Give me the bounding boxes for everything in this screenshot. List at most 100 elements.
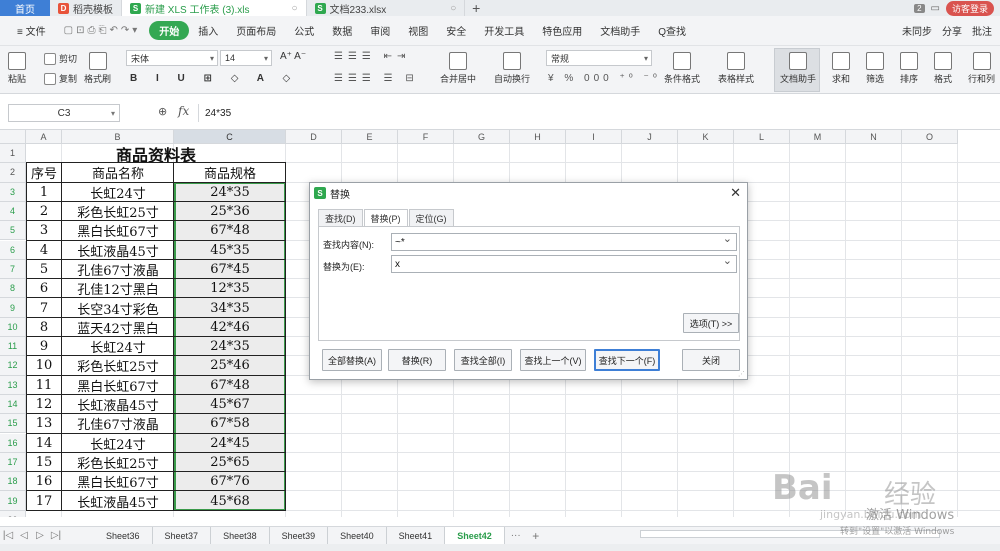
fx-icon[interactable]: fx bbox=[178, 104, 189, 118]
close-button[interactable]: 关闭 bbox=[682, 349, 740, 371]
format-painter-button[interactable]: 格式刷 bbox=[84, 52, 111, 85]
tab-security[interactable]: 安全 bbox=[437, 23, 475, 38]
search-menu[interactable]: Q查找 bbox=[649, 23, 695, 38]
row-header[interactable]: 14 bbox=[0, 394, 26, 415]
first-sheet-icon[interactable]: |◁ bbox=[0, 530, 16, 541]
font-size-select[interactable]: 14 bbox=[220, 50, 272, 66]
tab-daoke-templates[interactable]: D 稻壳模板 bbox=[50, 0, 122, 16]
align-left-icons[interactable]: ☰☰☰ ☰ ⊟ bbox=[334, 73, 419, 84]
close-icon[interactable]: ✕ bbox=[730, 185, 741, 201]
more-sheets-icon[interactable]: ··· bbox=[505, 530, 527, 541]
replace-all-button[interactable]: 全部替换(A) bbox=[322, 349, 382, 371]
paste-button[interactable]: 粘贴 bbox=[8, 52, 26, 85]
column-header[interactable]: D bbox=[286, 130, 342, 144]
file-menu[interactable]: ≡ 文件 bbox=[8, 23, 55, 38]
column-header[interactable]: O bbox=[902, 130, 958, 144]
zoom-icon[interactable]: ⊕ bbox=[158, 105, 167, 118]
login-button[interactable]: 访客登录 bbox=[945, 0, 994, 16]
wrap-text-button[interactable]: 自动换行 bbox=[494, 52, 530, 85]
number-format-select[interactable]: 常规 bbox=[546, 50, 652, 66]
tab-developer[interactable]: 开发工具 bbox=[475, 23, 533, 38]
options-button[interactable]: 选项(T) >> bbox=[683, 313, 739, 333]
select-all-corner[interactable] bbox=[0, 130, 26, 144]
format-button[interactable]: 格式 bbox=[934, 52, 952, 85]
row-header[interactable]: 13 bbox=[0, 375, 26, 395]
find-next-button[interactable]: 查找下一个(F) bbox=[594, 349, 660, 371]
find-all-button[interactable]: 查找全部(I) bbox=[454, 349, 512, 371]
row-header[interactable]: 20 bbox=[0, 510, 26, 517]
tab-find[interactable]: 查找(D) bbox=[318, 209, 363, 226]
row-col-button[interactable]: 行和列 bbox=[968, 52, 995, 85]
share-button[interactable]: 分享 bbox=[942, 23, 962, 38]
column-header[interactable]: G bbox=[454, 130, 510, 144]
row-header[interactable]: 11 bbox=[0, 337, 26, 357]
tab-review[interactable]: 审阅 bbox=[361, 23, 399, 38]
sheet-tab[interactable]: Sheet39 bbox=[270, 526, 329, 545]
column-header[interactable]: I bbox=[566, 130, 622, 144]
tab-insert[interactable]: 插入 bbox=[189, 23, 227, 38]
row-header[interactable]: 10 bbox=[0, 317, 26, 337]
tab-data[interactable]: 数据 bbox=[323, 23, 361, 38]
row-header[interactable]: 17 bbox=[0, 452, 26, 473]
tab-home-ribbon[interactable]: 开始 bbox=[149, 21, 190, 40]
column-header[interactable]: A bbox=[26, 130, 62, 144]
tab-view[interactable]: 视图 bbox=[399, 23, 437, 38]
row-header[interactable]: 18 bbox=[0, 472, 26, 492]
cut-button[interactable]: 剪切 bbox=[44, 52, 77, 65]
column-header[interactable]: H bbox=[510, 130, 566, 144]
find-what-input[interactable]: ~* bbox=[391, 232, 737, 251]
add-sheet-icon[interactable]: + bbox=[527, 529, 545, 543]
column-header[interactable]: N bbox=[846, 130, 902, 144]
formula-input[interactable]: 24*35 bbox=[198, 104, 994, 122]
column-header[interactable]: F bbox=[398, 130, 454, 144]
row-header[interactable]: 3 bbox=[0, 182, 26, 202]
font-family-select[interactable]: 宋体 bbox=[126, 50, 218, 66]
number-format-icons[interactable]: ¥ % 000 ⁺⁰ ⁻⁰ bbox=[548, 73, 661, 84]
sync-status[interactable]: 未同步 bbox=[902, 23, 932, 38]
resize-grip-icon[interactable]: ⋰ bbox=[738, 370, 745, 378]
row-header[interactable]: 2 bbox=[0, 163, 26, 183]
tab-doc-helper[interactable]: 文档助手 bbox=[591, 23, 649, 38]
sheet-tab[interactable]: Sheet38 bbox=[211, 526, 270, 545]
sheet-tab[interactable]: Sheet36 bbox=[94, 526, 153, 545]
sheet-tab-active[interactable]: Sheet42 bbox=[445, 526, 505, 545]
tab-close-icon[interactable]: ○ bbox=[450, 3, 456, 14]
merge-center-button[interactable]: 合并居中 bbox=[440, 52, 476, 85]
row-header[interactable]: 12 bbox=[0, 356, 26, 376]
copy-button[interactable]: 复制 bbox=[44, 72, 77, 85]
column-header[interactable]: K bbox=[678, 130, 734, 144]
prev-sheet-icon[interactable]: ◁ bbox=[16, 530, 32, 541]
last-sheet-icon[interactable]: ▷| bbox=[48, 530, 64, 541]
quick-access-icons[interactable]: ▢⊡⎙⎗↶↷▾ bbox=[55, 25, 150, 36]
tab-close-icon[interactable]: ○ bbox=[291, 3, 297, 14]
new-tab-button[interactable]: + bbox=[465, 0, 487, 16]
next-sheet-icon[interactable]: ▷ bbox=[32, 530, 48, 541]
home-tab[interactable]: 首页 bbox=[0, 0, 50, 16]
conditional-format-button[interactable]: 条件格式 bbox=[664, 52, 700, 85]
tab-formula[interactable]: 公式 bbox=[285, 23, 323, 38]
replace-with-input[interactable]: x bbox=[391, 254, 737, 273]
doc-helper-button[interactable]: 文档助手 bbox=[780, 52, 816, 85]
tab-xlsx-doc[interactable]: S 文档233.xlsx ○ bbox=[307, 0, 466, 16]
sort-button[interactable]: 排序 bbox=[900, 52, 918, 85]
column-header[interactable]: E bbox=[342, 130, 398, 144]
bold-italic-underline[interactable]: B I U ⊞ ◇ A ◇ bbox=[130, 73, 298, 84]
row-header[interactable]: 8 bbox=[0, 279, 26, 299]
column-header[interactable]: L bbox=[734, 130, 790, 144]
row-header[interactable]: 6 bbox=[0, 240, 26, 260]
table-title[interactable]: 商品资料表 bbox=[26, 144, 286, 165]
name-box[interactable]: C3 bbox=[8, 104, 120, 122]
sheet-tab[interactable]: Sheet40 bbox=[328, 526, 387, 545]
sum-button[interactable]: 求和 bbox=[832, 52, 850, 85]
row-header[interactable]: 1 bbox=[0, 144, 26, 164]
table-style-button[interactable]: 表格样式 bbox=[718, 52, 754, 85]
row-header[interactable]: 16 bbox=[0, 433, 26, 453]
column-header[interactable]: M bbox=[790, 130, 846, 144]
row-header[interactable]: 19 bbox=[0, 491, 26, 511]
filter-button[interactable]: 筛选 bbox=[866, 52, 884, 85]
comment-button[interactable]: 批注 bbox=[972, 23, 992, 38]
row-header[interactable]: 5 bbox=[0, 221, 26, 241]
window-list-icon[interactable]: ▭ bbox=[931, 3, 940, 14]
sheet-tab[interactable]: Sheet37 bbox=[153, 526, 212, 545]
align-top-icons[interactable]: ☰☰☰ ⇤⇥ bbox=[334, 51, 410, 62]
